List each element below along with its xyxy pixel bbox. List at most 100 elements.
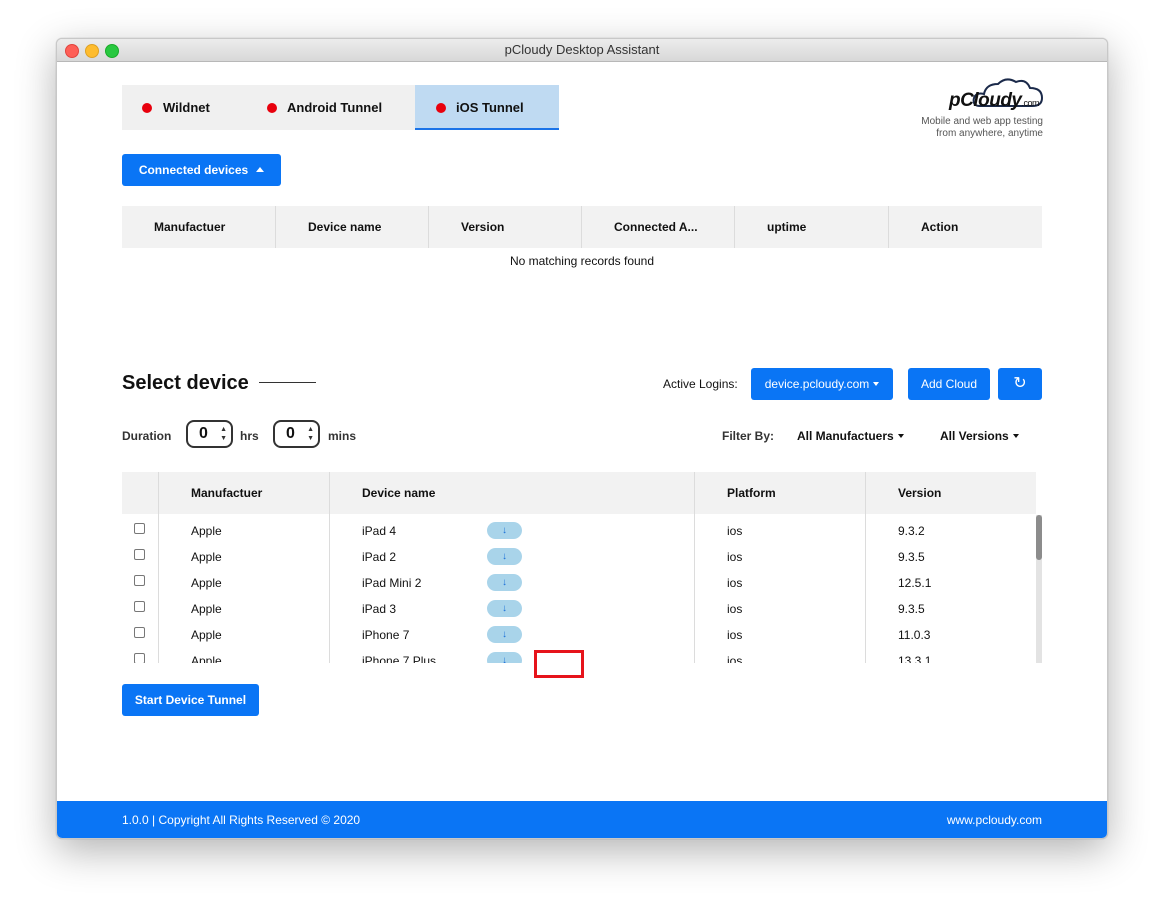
tab-label: Wildnet xyxy=(163,100,210,115)
logo-tagline: Mobile and web app testing xyxy=(921,116,1043,127)
website-link[interactable]: www.pcloudy.com xyxy=(947,813,1042,827)
column-header[interactable]: Device name xyxy=(276,206,429,248)
duration-label: Duration xyxy=(122,429,172,443)
tab-android-tunnel[interactable]: Android Tunnel xyxy=(245,85,415,130)
column-header[interactable]: Device name xyxy=(362,472,435,514)
column-header[interactable]: uptime xyxy=(735,206,889,248)
download-button[interactable]: ↓ xyxy=(487,548,522,565)
section-title: Select device xyxy=(122,372,249,394)
stepper-arrows-icon[interactable]: ▲ ▼ xyxy=(307,425,314,443)
caret-up-icon xyxy=(256,167,265,172)
download-button[interactable]: ↓ xyxy=(487,652,522,663)
app-window: pCloudy Desktop Assistant Wildnet Androi… xyxy=(56,38,1108,839)
maximize-window-button[interactable] xyxy=(105,44,119,58)
download-icon: ↓ xyxy=(502,603,507,614)
status-dot-icon xyxy=(436,103,446,113)
refresh-button[interactable]: ↻ xyxy=(998,368,1042,400)
device-name-cell: iPad 4 xyxy=(362,524,397,538)
table-row[interactable]: Apple iPad 2 ↓ ios 9.3.5 xyxy=(122,544,1036,570)
pcloudy-logo: pCloudy.com Mobile and web app testing f… xyxy=(915,78,1044,142)
table-row[interactable]: Apple iPad 3 ↓ ios 9.3.5 xyxy=(122,596,1036,622)
hours-unit-label: hrs xyxy=(240,429,259,443)
title-bar: pCloudy Desktop Assistant xyxy=(57,39,1107,62)
column-header[interactable]: Version xyxy=(898,472,941,514)
manufacturer-cell: Apple xyxy=(191,550,222,564)
hours-stepper[interactable]: 0 ▲ ▼ xyxy=(186,420,233,448)
version-cell: 12.5.1 xyxy=(898,576,932,590)
manufacturer-cell: Apple xyxy=(191,628,222,642)
column-header[interactable]: Connected A... xyxy=(582,206,735,248)
download-icon: ↓ xyxy=(502,655,507,663)
scrollbar-thumb[interactable] xyxy=(1036,515,1042,560)
platform-cell: ios xyxy=(727,576,743,590)
row-checkbox[interactable] xyxy=(134,575,145,586)
version-cell: 13.3.1 xyxy=(898,654,932,663)
connected-devices-table-header: Manufactuer Device name Version Connecte… xyxy=(122,206,1042,248)
close-window-button[interactable] xyxy=(65,44,79,58)
row-checkbox[interactable] xyxy=(134,653,145,663)
platform-cell: ios xyxy=(727,550,743,564)
version-cell: 11.0.3 xyxy=(898,628,931,642)
minutes-unit-label: mins xyxy=(328,429,357,443)
table-row[interactable]: Apple iPhone 7 ↓ ios 11.0.3 xyxy=(122,622,1036,648)
logo-brand: pCloudy.com xyxy=(949,90,1040,111)
caret-down-icon xyxy=(873,382,880,386)
table-row[interactable]: Apple iPad Mini 2 ↓ ios 12.5.1 xyxy=(122,570,1036,596)
manufacturer-cell: Apple xyxy=(191,576,222,590)
version-filter-dropdown[interactable]: All Versions xyxy=(940,429,1019,443)
tab-wildnet[interactable]: Wildnet xyxy=(122,85,245,130)
column-header[interactable]: Action xyxy=(889,206,1042,248)
download-button[interactable]: ↓ xyxy=(487,574,522,591)
caret-down-icon xyxy=(897,434,904,438)
empty-table-message: No matching records found xyxy=(509,254,655,268)
footer: 1.0.0 | Copyright All Rights Reserved © … xyxy=(57,801,1107,838)
device-name-cell: iPad 3 xyxy=(362,602,397,616)
connected-devices-button[interactable]: Connected devices xyxy=(122,154,281,186)
active-logins-label: Active Logins: xyxy=(663,377,738,391)
device-table: Manufactuer Device name Platform Version… xyxy=(122,472,1042,663)
manufacturer-cell: Apple xyxy=(191,602,222,616)
cloud-select-dropdown[interactable]: device.pcloudy.com xyxy=(751,368,893,400)
column-header[interactable]: Manufactuer xyxy=(122,206,276,248)
window-title: pCloudy Desktop Assistant xyxy=(504,42,660,57)
download-icon: ↓ xyxy=(502,551,507,562)
title-divider xyxy=(259,382,316,383)
platform-cell: ios xyxy=(727,524,743,538)
column-header[interactable]: Platform xyxy=(727,472,776,514)
manufacturer-cell: Apple xyxy=(191,524,222,538)
row-checkbox[interactable] xyxy=(134,627,145,638)
version-cell: 9.3.2 xyxy=(898,524,925,538)
platform-cell: ios xyxy=(727,602,743,616)
refresh-icon: ↻ xyxy=(1013,375,1027,392)
caret-down-icon xyxy=(1012,434,1019,438)
row-checkbox[interactable] xyxy=(134,523,145,534)
download-button[interactable]: ↓ xyxy=(487,600,522,617)
hours-value: 0 xyxy=(199,425,208,442)
column-header[interactable]: Version xyxy=(429,206,582,248)
copyright-text: 1.0.0 | Copyright All Rights Reserved © … xyxy=(122,813,361,827)
row-checkbox[interactable] xyxy=(134,601,145,612)
manufacturer-filter-dropdown[interactable]: All Manufactuers xyxy=(797,429,904,443)
filter-label: Filter By: xyxy=(722,429,775,443)
row-checkbox[interactable] xyxy=(134,549,145,560)
stepper-arrows-icon[interactable]: ▲ ▼ xyxy=(220,425,227,443)
status-dot-icon xyxy=(142,103,152,113)
device-table-header: Manufactuer Device name Platform Version xyxy=(122,472,1036,514)
minimize-window-button[interactable] xyxy=(85,44,99,58)
download-icon: ↓ xyxy=(502,629,507,640)
minutes-value: 0 xyxy=(286,425,295,442)
minutes-stepper[interactable]: 0 ▲ ▼ xyxy=(273,420,320,448)
device-name-cell: iPad 2 xyxy=(362,550,397,564)
device-name-cell: iPhone 7 Plus xyxy=(362,654,437,663)
download-button[interactable]: ↓ xyxy=(487,626,522,643)
tab-label: iOS Tunnel xyxy=(456,100,524,115)
add-cloud-button[interactable]: Add Cloud xyxy=(908,368,990,400)
table-row[interactable]: Apple iPad 4 ↓ ios 9.3.2 xyxy=(122,518,1036,544)
download-button[interactable]: ↓ xyxy=(487,522,522,539)
start-device-tunnel-button[interactable]: Start Device Tunnel xyxy=(122,684,259,716)
column-header[interactable]: Manufactuer xyxy=(191,472,262,514)
tunnel-tabs: Wildnet Android Tunnel iOS Tunnel xyxy=(122,85,559,130)
download-icon: ↓ xyxy=(502,577,507,588)
device-table-scrollbar[interactable] xyxy=(1036,515,1042,663)
tab-ios-tunnel[interactable]: iOS Tunnel xyxy=(415,85,559,130)
